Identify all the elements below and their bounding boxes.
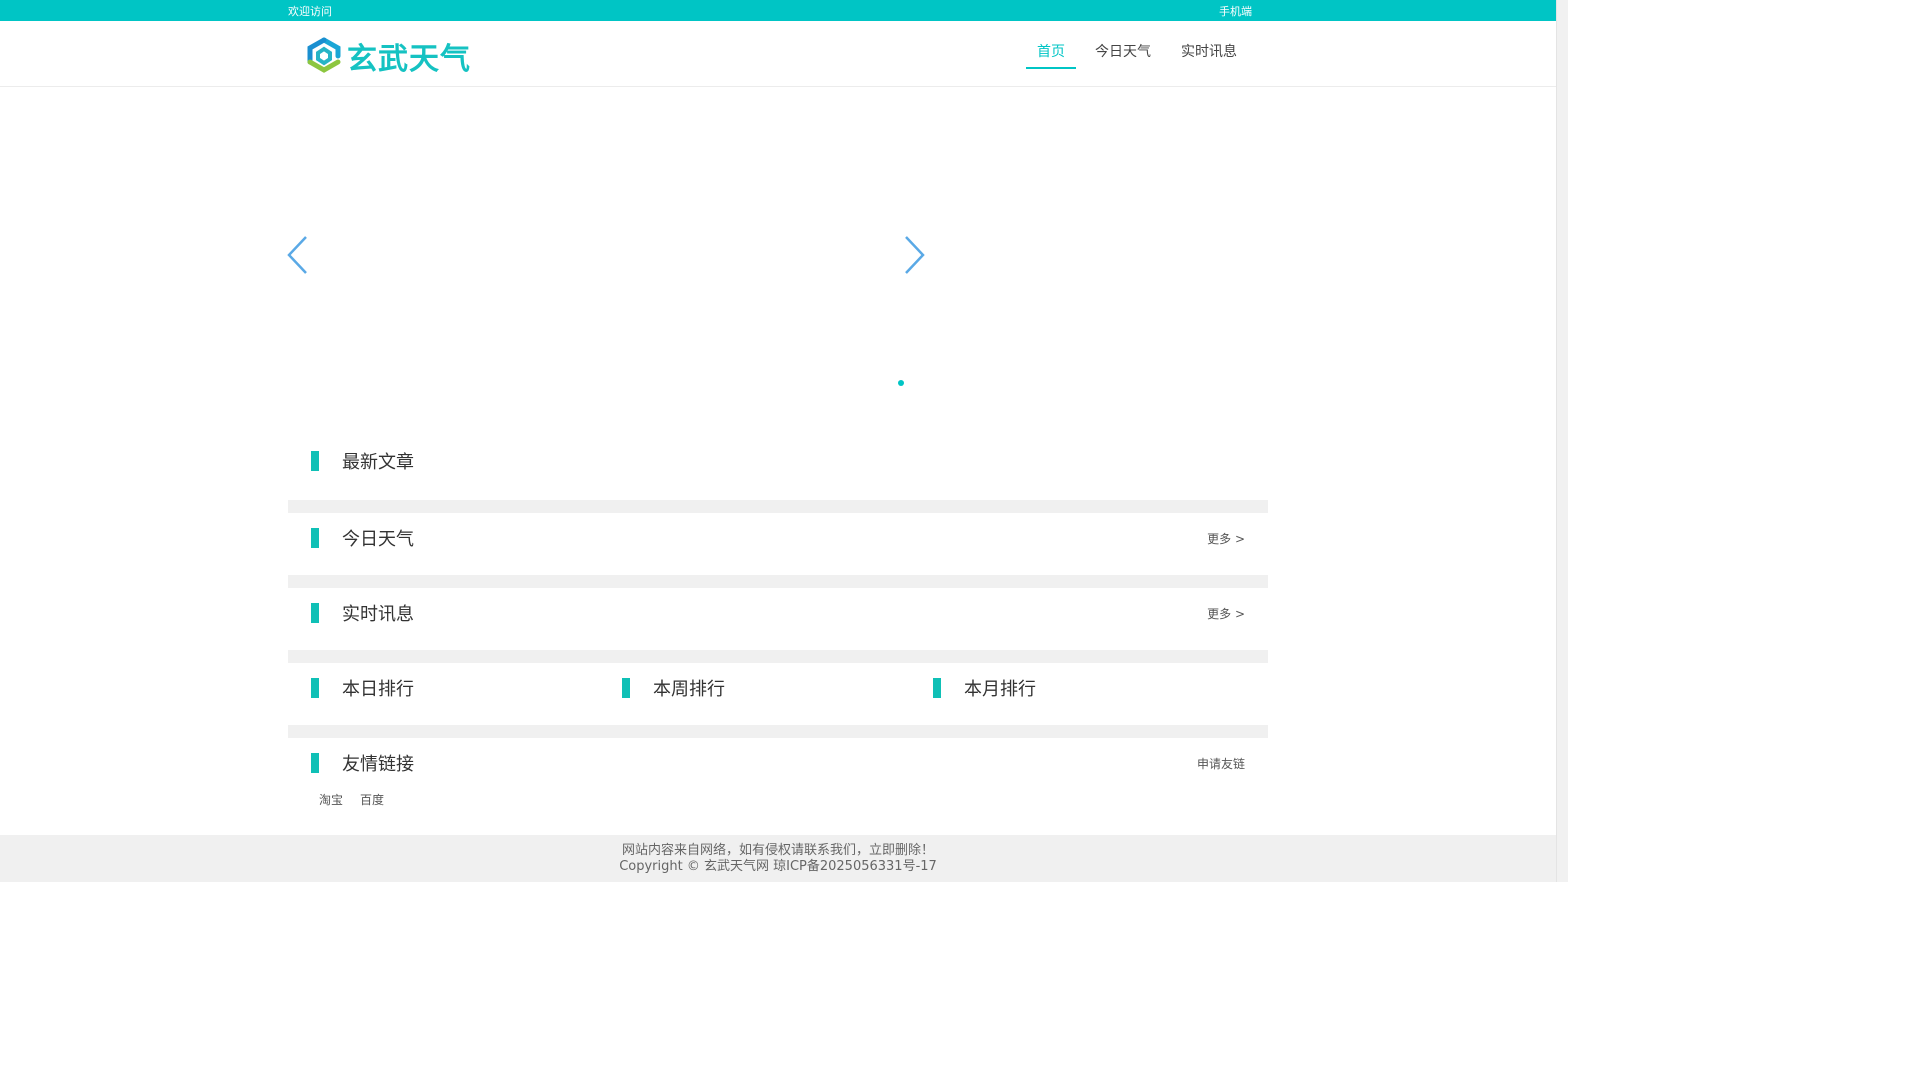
rank-title-monthly: 本月排行: [964, 679, 1036, 700]
section-marker: [933, 678, 941, 698]
carousel-dot[interactable]: [898, 380, 904, 386]
section-divider: [288, 725, 1268, 738]
section-marker: [311, 451, 319, 471]
friend-links-list: 淘宝 百度: [319, 791, 401, 808]
carousel-next-arrow-icon[interactable]: [902, 234, 926, 276]
top-bar: 欢迎访问 手机端: [0, 0, 1568, 21]
welcome-text: 欢迎访问: [288, 4, 332, 18]
rank-monthly: 本月排行: [910, 663, 1221, 713]
section-marker: [311, 603, 319, 623]
section-realtime: 实时讯息 更多 >: [288, 588, 1268, 638]
nav-item-realtime-news[interactable]: 实时讯息: [1166, 21, 1252, 87]
section-divider: [288, 500, 1268, 513]
section-title-today: 今日天气: [342, 529, 414, 550]
nav-item-home[interactable]: 首页: [1022, 21, 1080, 87]
today-more-link[interactable]: 更多 >: [1207, 530, 1245, 547]
banner-carousel: [286, 88, 928, 406]
site-footer: 网站内容来自网络，如有侵权请联系我们，立即删除！ Copyright © 玄武天…: [0, 835, 1556, 882]
section-marker: [311, 753, 319, 773]
footer-disclaimer: 网站内容来自网络，如有侵权请联系我们，立即删除！: [621, 843, 934, 858]
logo-text: 玄武天气: [347, 42, 471, 77]
section-today-weather: 今日天气 更多 >: [288, 513, 1268, 563]
site-header: 玄武天气 首页 今日天气 实时讯息: [0, 21, 1568, 87]
friend-link-taobao[interactable]: 淘宝: [319, 791, 343, 808]
main-nav: 首页 今日天气 实时讯息: [1022, 21, 1252, 87]
vertical-scrollbar[interactable]: [1556, 0, 1568, 882]
logo-hexagon-icon: [307, 37, 341, 73]
section-title-friends: 友情链接: [342, 754, 414, 775]
section-title-latest: 最新文章: [342, 452, 414, 473]
rank-title-daily: 本日排行: [342, 679, 414, 700]
section-marker: [311, 528, 319, 548]
mobile-link[interactable]: 手机端: [1219, 3, 1252, 19]
apply-friend-link[interactable]: 申请友链: [1197, 755, 1245, 772]
section-friend-links: 友情链接 申请友链 淘宝 百度: [288, 738, 1268, 835]
realtime-more-link[interactable]: 更多 >: [1207, 605, 1245, 622]
friend-link-baidu[interactable]: 百度: [360, 791, 384, 808]
section-title-realtime: 实时讯息: [342, 604, 414, 625]
footer-copyright: Copyright © 玄武天气网 琼ICP备2025056331号-17: [619, 859, 937, 874]
section-marker: [622, 678, 630, 698]
rank-weekly: 本周排行: [599, 663, 910, 713]
rank-daily: 本日排行: [288, 663, 599, 713]
site-logo[interactable]: 玄武天气: [305, 34, 471, 78]
carousel-prev-arrow-icon[interactable]: [286, 234, 310, 276]
nav-item-today-weather[interactable]: 今日天气: [1080, 21, 1166, 87]
section-divider: [288, 650, 1268, 663]
rank-title-weekly: 本周排行: [653, 679, 725, 700]
section-marker: [311, 678, 319, 698]
section-divider: [288, 575, 1268, 588]
section-latest: 最新文章: [288, 436, 1268, 486]
section-rankings: 本日排行 本周排行 本月排行: [288, 663, 1268, 713]
